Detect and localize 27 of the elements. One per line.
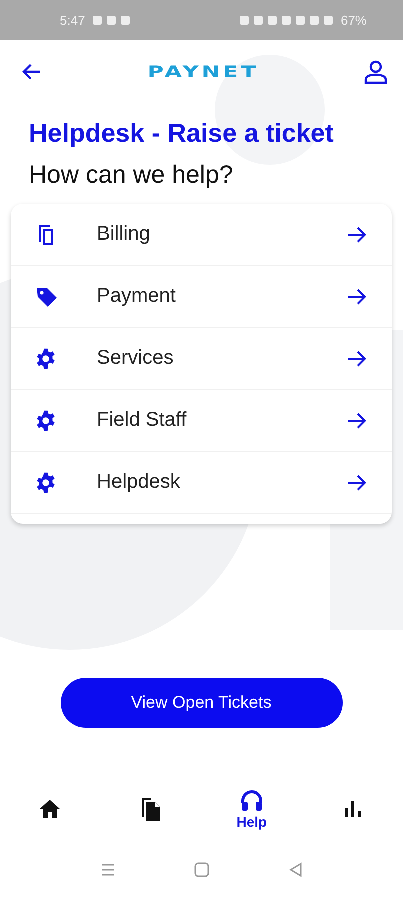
page-subtitle: How can we help? xyxy=(29,161,234,190)
category-item[interactable]: Billing xyxy=(11,204,392,266)
page-title: Helpdesk - Raise a ticket xyxy=(29,118,335,149)
view-open-tickets-button[interactable]: View Open Tickets xyxy=(60,678,342,728)
arrow-right-icon xyxy=(346,348,368,368)
profile-icon[interactable] xyxy=(363,59,389,85)
settings-icon xyxy=(35,472,57,494)
arrow-right-icon xyxy=(346,286,368,306)
battery-level: 67% xyxy=(340,12,367,28)
arrow-right-icon xyxy=(346,472,368,492)
category-item[interactable]: Payment xyxy=(11,266,392,328)
nav-tab[interactable]: Help xyxy=(202,788,302,830)
status-time: 5:47 xyxy=(60,12,86,28)
home-icon xyxy=(39,799,62,819)
category-item[interactable]: Services xyxy=(11,328,392,390)
recent-apps-icon[interactable] xyxy=(100,863,116,877)
arrow-right-icon xyxy=(346,224,368,244)
headphones-icon xyxy=(240,788,264,812)
bar-chart-icon xyxy=(342,799,363,819)
settings-icon xyxy=(35,410,57,432)
settings-icon xyxy=(35,348,57,370)
arrow-right-icon xyxy=(346,410,368,430)
home-button-icon[interactable] xyxy=(194,862,210,878)
logo: PAYNET xyxy=(148,63,260,81)
back-button-icon[interactable] xyxy=(288,862,304,878)
category-item[interactable]: Helpdesk xyxy=(11,452,392,514)
category-item[interactable]: Field Staff xyxy=(11,390,392,452)
